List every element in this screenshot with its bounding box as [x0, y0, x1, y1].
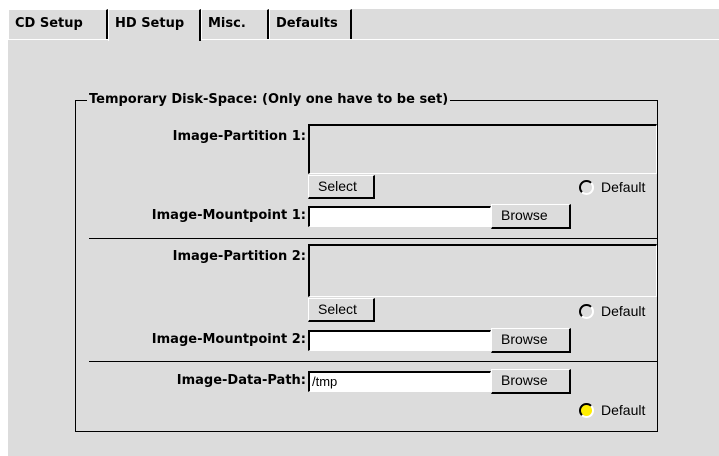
settings-window: CD Setup HD Setup Misc. Defaults Tempora…: [8, 9, 719, 456]
image-data-path-input[interactable]: /tmp: [308, 371, 491, 392]
tab-defaults[interactable]: Defaults: [269, 9, 352, 39]
image-mountpoint-2-label: Image-Mountpoint 2:: [151, 332, 306, 347]
radio-indicator: [579, 179, 594, 195]
image-mountpoint-1-label: Image-Mountpoint 1:: [151, 208, 306, 223]
radio-label: Default: [601, 303, 646, 319]
partition-1-select-button[interactable]: Select: [308, 175, 375, 199]
radio-indicator: [579, 402, 594, 418]
tab-hd-setup[interactable]: HD Setup: [108, 9, 201, 41]
image-partition-2-label: Image-Partition 2:: [172, 249, 306, 264]
separator: [89, 361, 657, 362]
image-partition-2-list[interactable]: [308, 244, 657, 297]
tab-cd-setup[interactable]: CD Setup: [8, 9, 108, 39]
partition-1-default-radio[interactable]: Default: [579, 179, 645, 195]
image-mountpoint-2-input[interactable]: [308, 330, 491, 351]
radio-label: Default: [601, 402, 646, 418]
radio-indicator: [579, 303, 594, 319]
radio-label: Default: [601, 179, 646, 195]
image-data-path-label: Image-Data-Path:: [176, 373, 306, 388]
partition-2-default-radio[interactable]: Default: [579, 303, 645, 319]
partition-2-select-button[interactable]: Select: [308, 298, 375, 322]
tab-misc[interactable]: Misc.: [201, 9, 269, 39]
image-partition-1-label: Image-Partition 1:: [172, 129, 306, 144]
separator: [89, 238, 657, 239]
mountpoint-2-browse-button[interactable]: Browse: [491, 328, 571, 353]
data-path-default-radio[interactable]: Default: [579, 402, 645, 418]
mountpoint-1-browse-button[interactable]: Browse: [491, 204, 571, 229]
image-partition-1-list[interactable]: [308, 124, 657, 174]
image-mountpoint-1-input[interactable]: [308, 206, 491, 227]
data-path-browse-button[interactable]: Browse: [491, 369, 571, 394]
group-title: Temporary Disk-Space: (Only one have to …: [87, 92, 451, 108]
